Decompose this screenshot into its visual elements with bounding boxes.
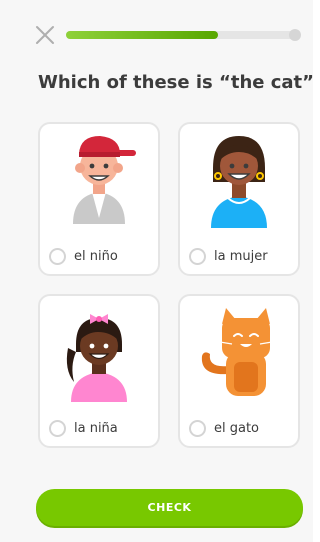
close-icon [36, 26, 54, 44]
woman-illustration-icon [211, 136, 267, 228]
option-card-el-gato[interactable]: el gato [178, 294, 300, 448]
lesson-screen: Which of these is “the cat” el niño la m… [0, 0, 314, 542]
option-choice: la niña [49, 420, 118, 437]
option-choice: el gato [189, 420, 259, 437]
answer-options: el niño la mujer la niña el gato [38, 122, 302, 450]
progress-bar-fill [66, 31, 219, 39]
girl-illustration-icon [66, 314, 127, 402]
option-choice: la mujer [189, 248, 268, 265]
close-button[interactable] [34, 24, 56, 46]
option-card-la-nina[interactable]: la niña [38, 294, 160, 448]
option-label: la niña [74, 421, 118, 436]
option-label: el niño [74, 249, 118, 264]
option-label: el gato [214, 421, 260, 436]
option-card-el-nino[interactable]: el niño [38, 122, 160, 276]
radio-button[interactable] [189, 248, 206, 265]
cat-illustration-icon [201, 308, 273, 396]
radio-button[interactable] [49, 248, 66, 265]
option-card-la-mujer[interactable]: la mujer [178, 122, 300, 276]
progress-bar-end-marker [289, 29, 301, 41]
question-prompt: Which of these is “the cat” [38, 72, 314, 93]
option-label: la mujer [214, 249, 268, 264]
option-choice: el niño [49, 248, 118, 265]
radio-button[interactable] [189, 420, 206, 437]
boy-illustration-icon [73, 136, 136, 224]
lesson-header [0, 0, 313, 70]
progress-bar [66, 29, 301, 41]
check-button[interactable]: CHECK [36, 489, 303, 526]
radio-button[interactable] [49, 420, 66, 437]
